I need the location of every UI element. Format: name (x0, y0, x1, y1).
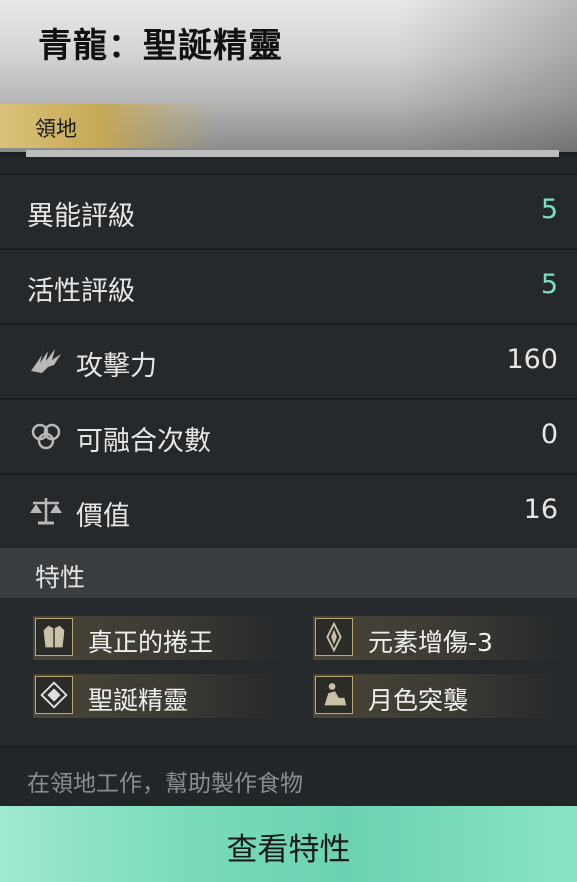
description: 在領地工作，幫助製作食物 (0, 746, 577, 810)
stat-row-fusion-count: 可融合次數 0 (0, 398, 577, 473)
claw-icon (31, 349, 61, 373)
trait-item[interactable]: 真正的捲王 (33, 616, 283, 660)
location-tag-label: 領地 (35, 117, 77, 141)
header-divider (26, 150, 559, 157)
stat-row-value: 價值 16 (0, 473, 577, 548)
description-text: 在領地工作，幫助製作食物 (27, 771, 303, 797)
stat-value: 0 (540, 419, 558, 450)
view-traits-button-label: 查看特性 (226, 832, 351, 868)
rider-icon (315, 676, 353, 714)
trait-item[interactable]: 聖誕精靈 (33, 674, 283, 718)
diamond-icon (35, 676, 73, 714)
stat-row-attack: 攻擊力 160 (0, 323, 577, 398)
stat-value: 5 (540, 194, 558, 225)
spacer (0, 157, 577, 173)
trait-label: 真正的捲王 (88, 628, 214, 657)
stat-label: 活性評級 (27, 276, 135, 307)
stat-value: 16 (523, 494, 558, 525)
trait-label: 元素增傷-3 (368, 628, 493, 657)
stat-label: 價值 (76, 501, 130, 532)
trait-label: 月色突襲 (368, 686, 469, 715)
stat-label: 可融合次數 (76, 426, 211, 457)
traits-panel: 真正的捲王 元素增傷-3 聖誕精靈 月色突襲 (0, 598, 577, 746)
stat-value: 160 (506, 344, 558, 375)
trait-item[interactable]: 月色突襲 (313, 674, 563, 718)
infinity-knot-icon (31, 423, 61, 450)
stat-label: 異能評級 (27, 201, 135, 232)
view-traits-button[interactable]: 查看特性 (0, 806, 577, 882)
stat-row-activity-rating: 活性評級 5 (0, 248, 577, 323)
page-title: 青龍：聖誕精靈 (38, 26, 283, 66)
trait-label: 聖誕精靈 (88, 686, 189, 715)
stat-row-ability-rating: 異能評級 5 (0, 173, 577, 248)
coat-icon (35, 618, 73, 656)
traits-heading: 特性 (0, 548, 577, 598)
traits-heading-label: 特性 (35, 563, 86, 592)
trait-item[interactable]: 元素增傷-3 (313, 616, 563, 660)
location-tag: 領地 (0, 104, 220, 148)
header: 青龍：聖誕精靈 領地 (0, 0, 577, 152)
crystal-icon (315, 618, 353, 656)
stat-value: 5 (540, 269, 558, 300)
stat-label: 攻擊力 (76, 351, 157, 382)
scales-icon (30, 498, 62, 525)
